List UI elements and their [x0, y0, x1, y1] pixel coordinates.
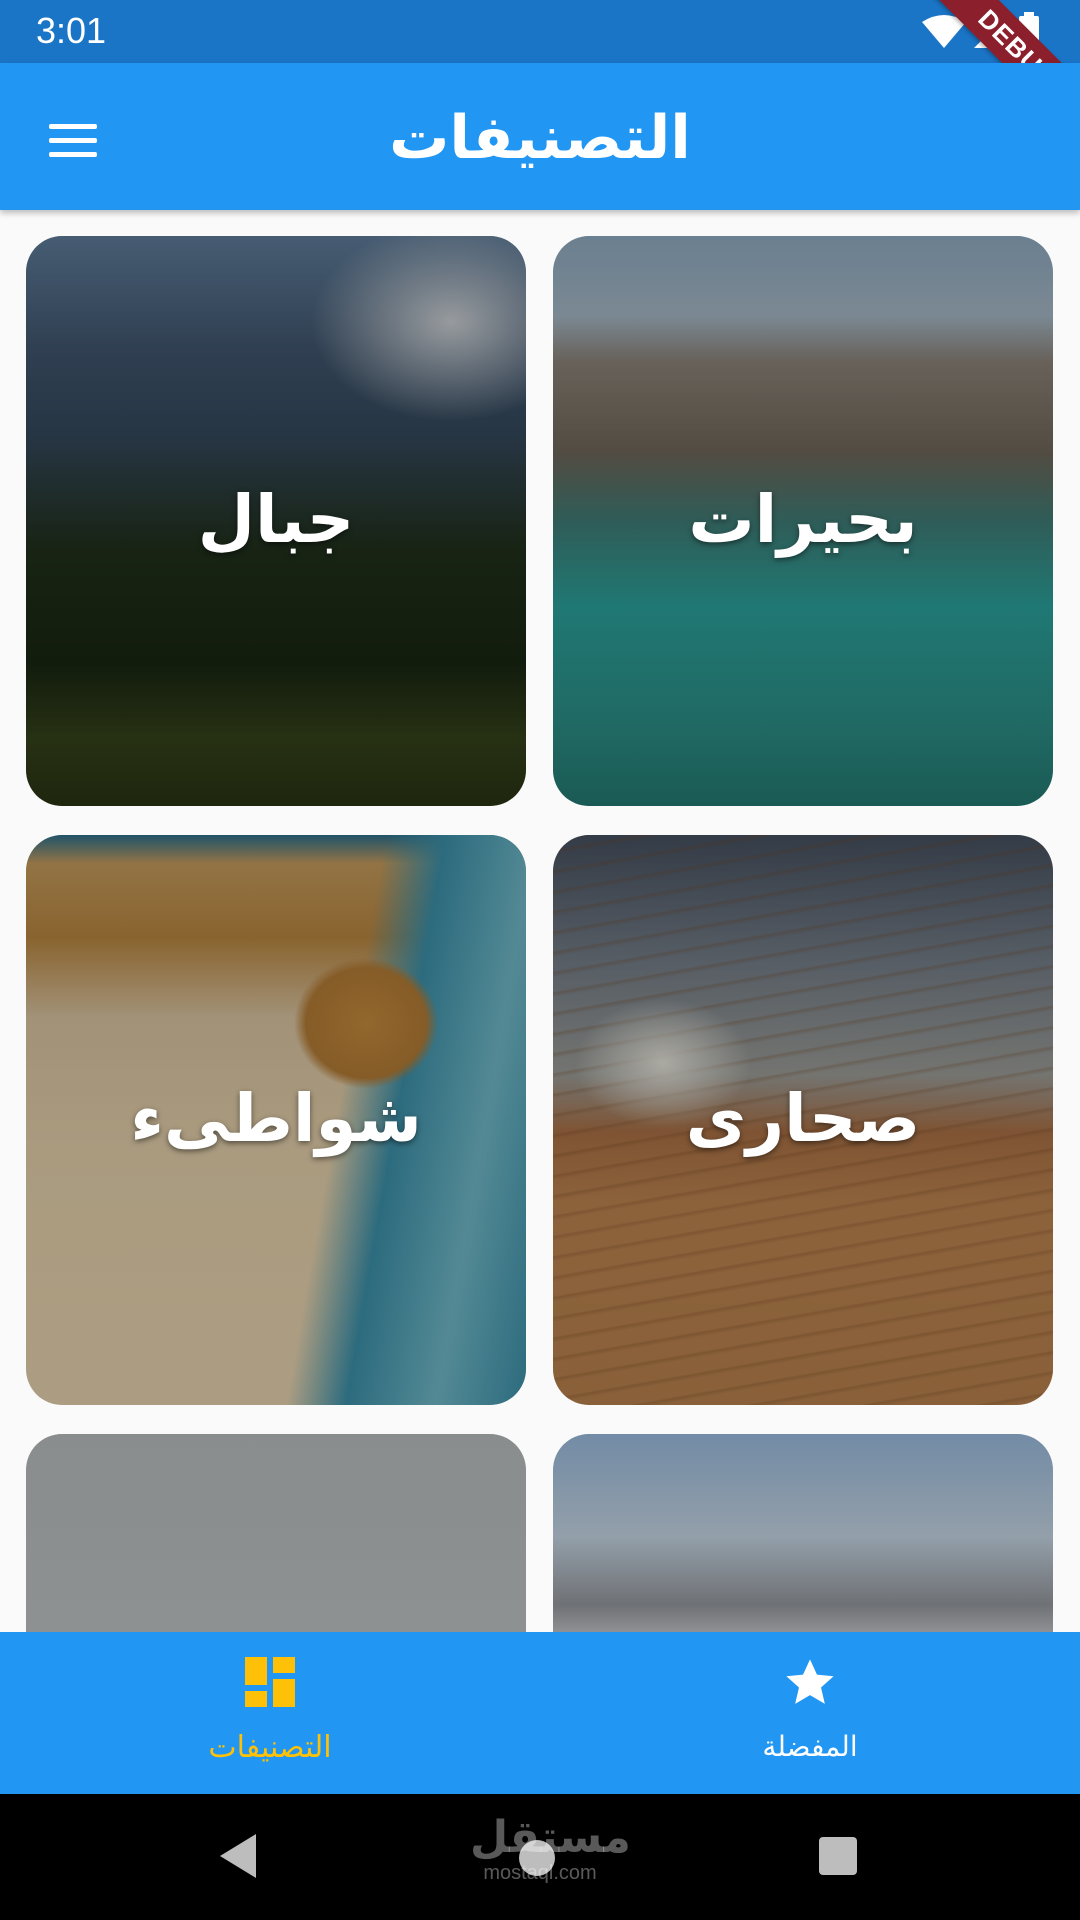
category-card-mountains[interactable]: جبال — [26, 236, 526, 806]
menu-icon-bar — [49, 123, 97, 129]
category-label: صحارى — [685, 1080, 921, 1157]
snow-mountains-image — [553, 1434, 1053, 1632]
nav-item-favorites[interactable]: المفضلة — [540, 1632, 1080, 1794]
nav-item-categories[interactable]: التصنيفات — [0, 1632, 540, 1794]
watermark: مستقل mostaql.com — [470, 1812, 631, 1885]
watermark-en: mostaql.com — [483, 1862, 597, 1884]
bottom-navigation: التصنيفات المفضلة — [0, 1632, 1080, 1794]
category-card-snow[interactable] — [553, 1434, 1053, 1632]
page-title: التصنيفات — [389, 103, 691, 173]
app-bar: التصنيفات — [0, 63, 1080, 210]
nav-label-favorites: المفضلة — [762, 1730, 858, 1763]
status-bar: 3:01 — [0, 0, 1080, 63]
dashboard-icon — [245, 1657, 295, 1707]
category-card-beaches[interactable]: شواطىء — [26, 835, 526, 1405]
menu-icon-bar — [49, 137, 97, 143]
category-label: بحيرات — [688, 481, 918, 558]
menu-button[interactable] — [36, 103, 110, 177]
menu-icon-bar — [49, 151, 97, 157]
recents-icon[interactable] — [818, 1836, 858, 1876]
star-icon — [786, 1659, 834, 1704]
categories-grid: بحيرات جبال صحارى شواطىء — [0, 210, 1080, 1632]
town-image — [26, 1434, 526, 1632]
system-navigation-bar: مستقل mostaql.com — [0, 1794, 1080, 1920]
category-card-deserts[interactable]: صحارى — [553, 835, 1053, 1405]
back-icon[interactable] — [218, 1832, 258, 1880]
status-time: 3:01 — [36, 10, 107, 51]
watermark-ar: مستقل — [470, 1812, 631, 1863]
category-card-towns[interactable] — [26, 1434, 526, 1632]
category-card-lakes[interactable]: بحيرات — [553, 236, 1053, 806]
category-label: شواطىء — [130, 1080, 422, 1157]
category-label: جبال — [197, 481, 355, 558]
nav-label-categories: التصنيفات — [208, 1730, 332, 1765]
